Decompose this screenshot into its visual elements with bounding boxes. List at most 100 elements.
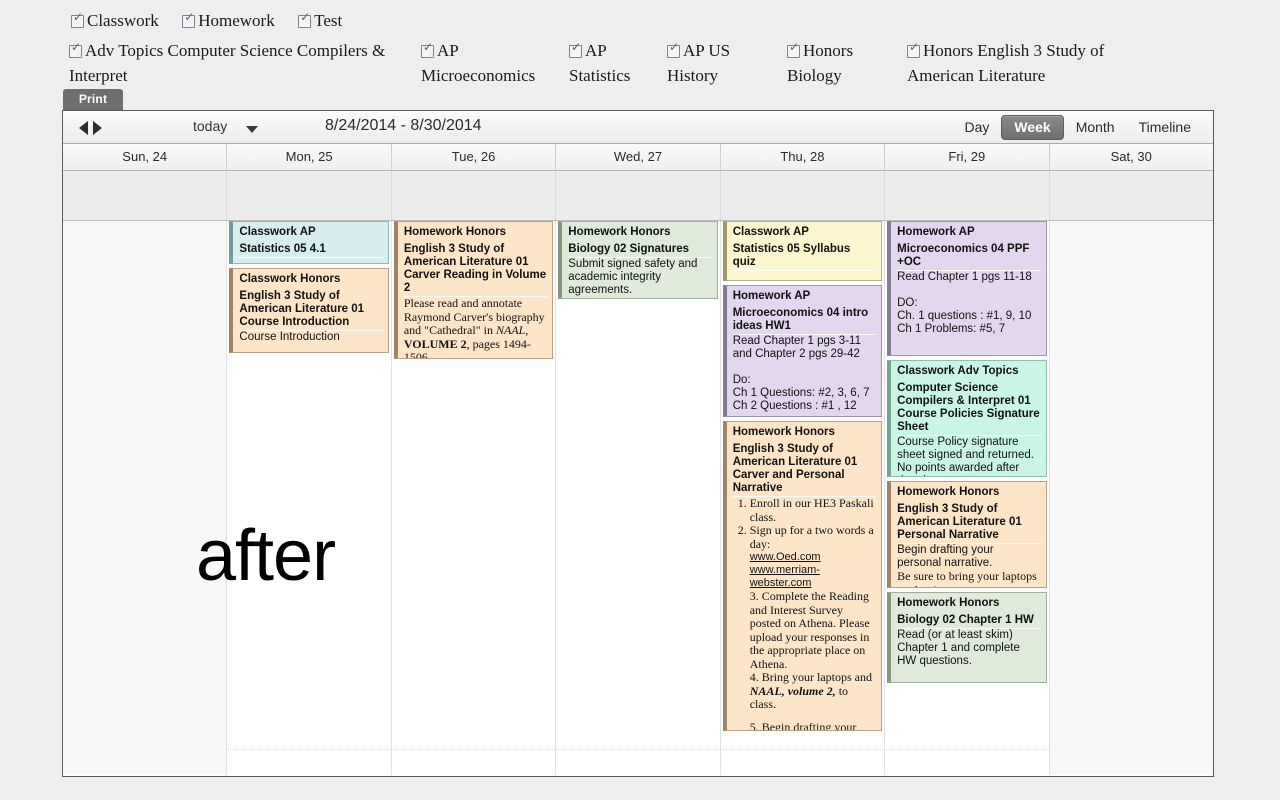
view-switcher: Day Week Month Timeline — [952, 115, 1203, 140]
previous-week-icon[interactable] — [79, 120, 88, 135]
event-category: Classwork AP — [239, 226, 316, 238]
event-description: Course Introduction — [239, 331, 340, 343]
tab-day[interactable]: Day — [952, 115, 1001, 140]
all-day-cell-wed[interactable] — [556, 171, 721, 220]
day-header-fri[interactable]: Fri, 29 — [885, 144, 1050, 170]
filter-classwork[interactable]: Classwork — [71, 8, 159, 33]
all-day-cell-sun[interactable] — [63, 171, 228, 220]
filter-course-adv-topics[interactable]: Adv Topics Computer Science Compilers & … — [69, 38, 429, 88]
all-day-cell-tue[interactable] — [392, 171, 557, 220]
day-header-mon[interactable]: Mon, 25 — [227, 144, 392, 170]
day-header-wed[interactable]: Wed, 27 — [556, 144, 721, 170]
day-header-thu[interactable]: Thu, 28 — [721, 144, 886, 170]
event-title: Microeconomics 04 intro ideas HW1 — [732, 307, 877, 335]
today-button[interactable]: today — [193, 118, 227, 134]
tab-week[interactable]: Week — [1001, 115, 1064, 140]
filter-course-ap-us-history[interactable]: AP US History — [667, 38, 777, 88]
event-title: Computer Science Compilers & Interpret 0… — [897, 382, 1041, 436]
event-card[interactable]: Homework Honors English 3 Study of Ameri… — [393, 221, 554, 359]
day-column-thu[interactable]: Classwork AP Statistics 05 Syllabus quiz… — [721, 221, 886, 775]
day-header-sat[interactable]: Sat, 30 — [1050, 144, 1213, 170]
filter-course-ap-microeconomics-label: AP Microeconomics — [421, 41, 536, 85]
event-card[interactable]: Homework Honors Biology 02 Chapter 1 HW … — [887, 592, 1047, 683]
event-card[interactable]: Homework Honors English 3 Study of Ameri… — [887, 481, 1047, 588]
list-item: Enroll in our HE3 Paskali class. — [750, 496, 876, 524]
event-description: Course Policy signature sheet signed and… — [897, 436, 1034, 476]
day-column-wed[interactable]: Homework Honors Biology 02 Signatures Su… — [556, 221, 721, 775]
event-category: Classwork Adv Topics — [897, 365, 1019, 377]
print-button[interactable]: Print — [63, 89, 123, 110]
all-day-cell-sat[interactable] — [1050, 171, 1213, 220]
event-description-tail2: 5. Begin drafting your personal narrativ… — [749, 719, 857, 731]
day-column-sat[interactable] — [1049, 221, 1213, 775]
week-grid: Classwork AP Statistics 05 4.1 Classwork… — [63, 221, 1213, 775]
all-day-row — [63, 171, 1213, 221]
event-title: Statistics 05 4.1 — [239, 243, 383, 258]
filter-course-adv-topics-label: Adv Topics Computer Science Compilers & … — [69, 41, 386, 85]
all-day-cell-fri[interactable] — [885, 171, 1050, 220]
event-description: Read Chapter 1 pgs 3-11 and Chapter 2 pg… — [732, 335, 870, 412]
day-header-tue[interactable]: Tue, 26 — [392, 144, 557, 170]
all-day-cell-mon[interactable] — [227, 171, 392, 220]
event-card[interactable]: Homework AP Microeconomics 04 PPF +OC Re… — [887, 221, 1047, 356]
event-card[interactable]: Classwork AP Statistics 05 4.1 — [229, 221, 389, 264]
event-card[interactable]: Homework Honors Biology 02 Signatures Su… — [558, 221, 718, 299]
checkbox-checked-icon[interactable] — [421, 41, 434, 58]
chevron-down-icon[interactable] — [246, 126, 258, 133]
event-task-list: Enroll in our HE3 Paskali class. Sign up… — [733, 496, 876, 551]
filter-course-honors-english-label: Honors English 3 Study of American Liter… — [907, 41, 1105, 85]
event-description: Begin drafting your personal narrative. — [897, 544, 994, 569]
type-filter-row: Classwork Homework Test — [71, 8, 361, 33]
event-category: Homework Honors — [568, 226, 671, 238]
tab-month[interactable]: Month — [1064, 115, 1127, 140]
event-title: English 3 Study of American Literature 0… — [897, 503, 1041, 544]
checkbox-checked-icon[interactable] — [71, 11, 84, 28]
event-card[interactable]: Classwork Honors English 3 Study of Amer… — [229, 268, 389, 353]
filter-classwork-label: Classwork — [87, 11, 159, 30]
checkbox-checked-icon[interactable] — [298, 11, 312, 28]
filter-course-ap-statistics[interactable]: AP Statistics — [569, 38, 664, 88]
event-category: Homework AP — [897, 226, 975, 238]
event-description: Read Chapter 1 pgs 11-18 DO: Ch. 1 quest… — [897, 271, 1032, 335]
checkbox-checked-icon[interactable] — [69, 41, 82, 58]
next-week-icon[interactable] — [93, 120, 102, 135]
checkbox-checked-icon[interactable] — [907, 41, 920, 58]
event-description: Read (or at least skim) Chapter 1 and co… — [897, 629, 1020, 667]
filter-course-honors-english[interactable]: Honors English 3 Study of American Liter… — [907, 38, 1162, 88]
event-card[interactable]: Classwork AP Statistics 05 Syllabus quiz — [722, 221, 883, 281]
day-column-tue[interactable]: Homework Honors English 3 Study of Ameri… — [392, 221, 557, 775]
event-title: Statistics 05 Syllabus quiz — [732, 243, 877, 271]
day-header-sun[interactable]: Sun, 24 — [63, 144, 228, 170]
tab-timeline[interactable]: Timeline — [1127, 115, 1203, 140]
filter-test-label: Test — [314, 11, 343, 30]
checkbox-checked-icon[interactable] — [667, 41, 680, 58]
event-category: Homework Honors — [897, 597, 1000, 609]
day-column-fri[interactable]: Homework AP Microeconomics 04 PPF +OC Re… — [885, 221, 1050, 775]
all-day-cell-thu[interactable] — [721, 171, 886, 220]
calendar-widget: today 8/24/2014 - 8/30/2014 Day Week Month… — [62, 110, 1214, 777]
filter-course-honors-biology[interactable]: Honors Biology — [787, 38, 892, 88]
checkbox-checked-icon[interactable] — [787, 41, 800, 58]
filter-homework[interactable]: Homework — [182, 8, 275, 33]
filter-test[interactable]: Test — [298, 8, 342, 33]
event-category: Classwork AP — [732, 226, 809, 238]
calendar-toolbar: today 8/24/2014 - 8/30/2014 Day Week Month… — [63, 111, 1213, 144]
filter-course-ap-microeconomics[interactable]: AP Microeconomics — [421, 38, 571, 88]
event-category: Classwork Honors — [239, 273, 341, 285]
checkbox-checked-icon[interactable] — [569, 41, 582, 58]
link-oed[interactable]: www.Oed.com — [750, 551, 876, 564]
event-card[interactable]: Homework AP Microeconomics 04 intro idea… — [722, 285, 883, 417]
event-description-tail: 3. Complete the Reading and Interest Sur… — [749, 589, 873, 711]
day-header-row: Sun, 24 Mon, 25 Tue, 26 Wed, 27 Thu, 28 … — [63, 144, 1213, 171]
filter-homework-label: Homework — [198, 11, 275, 30]
link-merriam-webster[interactable]: www.merriam-webster.com — [750, 564, 876, 590]
checkbox-checked-icon[interactable] — [182, 11, 196, 28]
event-card[interactable]: Homework Honors English 3 Study of Ameri… — [722, 421, 883, 731]
day-column-sun[interactable] — [63, 221, 228, 775]
event-title: English 3 Study of American Literature 0… — [732, 443, 877, 497]
day-column-mon[interactable]: Classwork AP Statistics 05 4.1 Classwork… — [227, 221, 392, 775]
event-category: Homework AP — [732, 290, 811, 302]
event-category: Homework Honors — [732, 426, 835, 438]
event-card[interactable]: Classwork Adv Topics Computer Science Co… — [887, 360, 1047, 477]
event-description: Please read and annotate Raymond Carver'… — [403, 296, 545, 359]
